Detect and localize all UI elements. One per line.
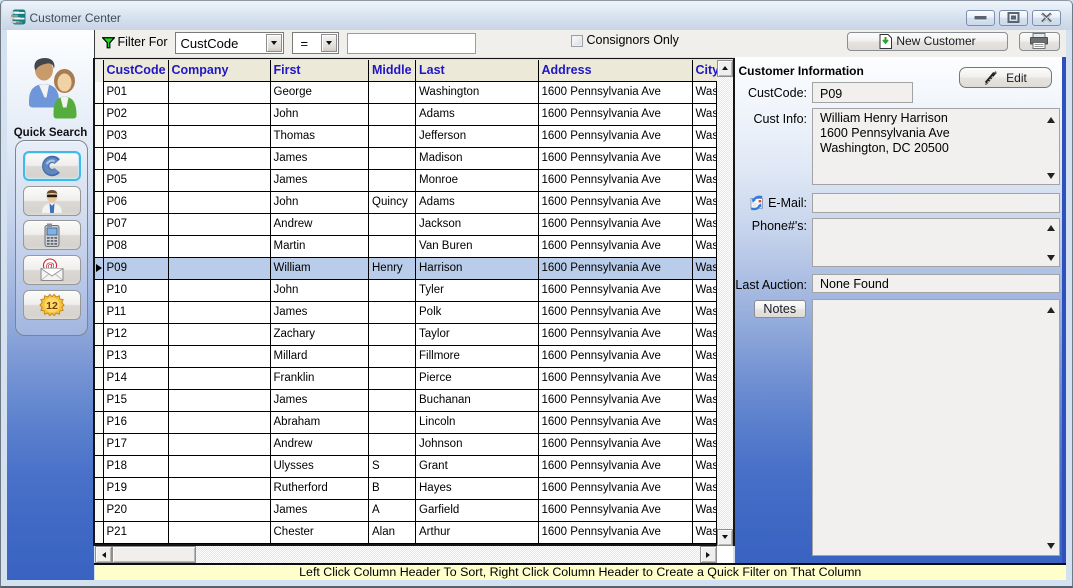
svg-text:12: 12 [46, 300, 58, 312]
